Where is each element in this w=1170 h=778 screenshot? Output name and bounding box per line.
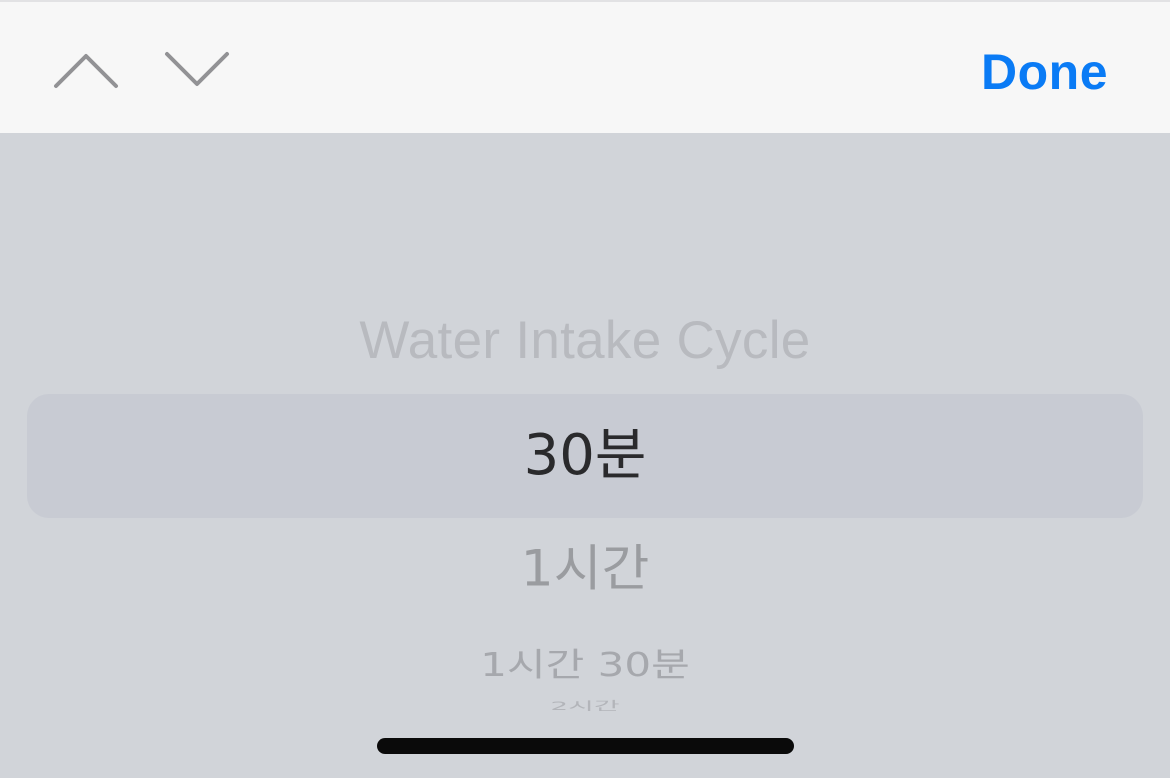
picker-option-selected[interactable]: 30분 (0, 423, 1170, 489)
picker-wheel[interactable]: Water Intake Cycle 30분 1시간 1시간 30분 2시간 (0, 133, 1170, 778)
keyboard-accessory-toolbar: Done (0, 0, 1170, 133)
picker-title: Water Intake Cycle (359, 311, 811, 370)
picker-option[interactable]: 2시간 (0, 700, 1170, 712)
next-field-button[interactable] (161, 40, 233, 100)
picker-option[interactable]: 1시간 30분 (0, 646, 1170, 683)
home-indicator[interactable] (377, 738, 794, 754)
previous-field-button[interactable] (50, 40, 122, 100)
chevron-down-icon (165, 52, 229, 86)
done-button[interactable]: Done (981, 42, 1108, 102)
chevron-up-icon (54, 54, 118, 88)
picker-option[interactable]: 1시간 (0, 540, 1170, 598)
